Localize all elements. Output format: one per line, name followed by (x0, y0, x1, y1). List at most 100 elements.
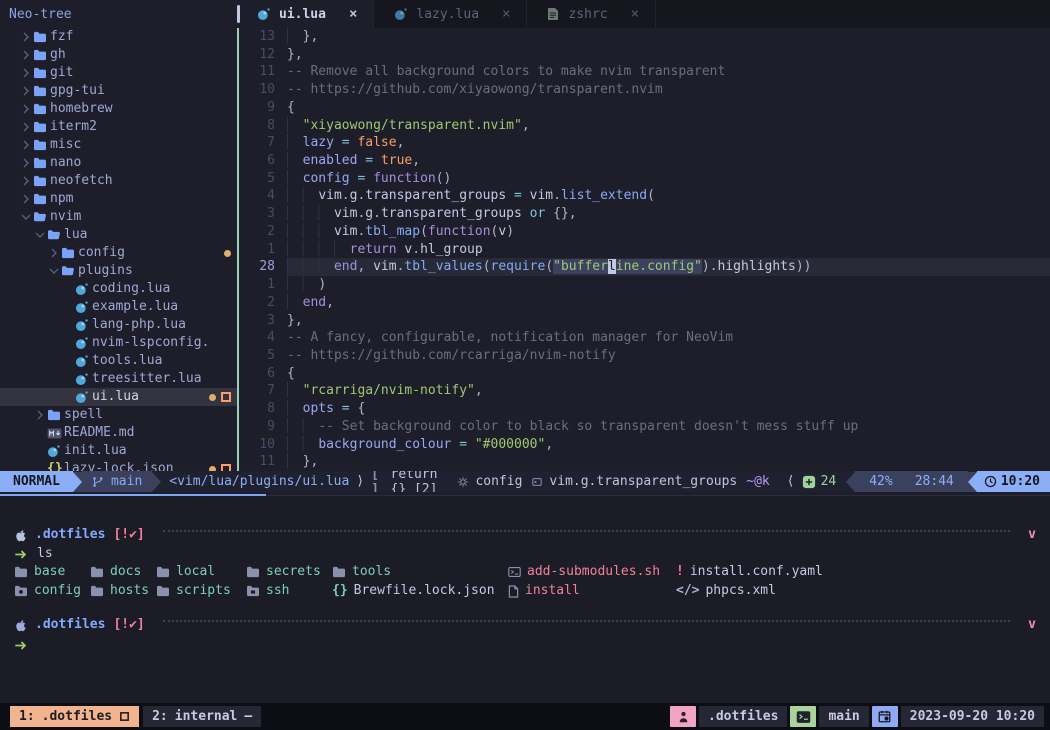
tree-item-nano[interactable]: nano (0, 154, 237, 172)
tree-item-gh[interactable]: gh (0, 46, 237, 64)
code-line[interactable]: 7▏ "rcarriga/nvim-notify", (239, 382, 1050, 400)
chevron-right-icon[interactable] (19, 176, 33, 186)
chevron-right-icon[interactable] (19, 68, 33, 78)
tree-item-git[interactable]: git (0, 64, 237, 82)
tree-item-init-lua[interactable]: init.lua (0, 442, 237, 460)
code-line[interactable]: 10▏ ▏ background_colour = "#000000", (239, 436, 1050, 454)
ls-entry-phpcs-xml: </>phpcs.xml (676, 582, 776, 600)
code-line[interactable]: 5-- https://github.com/rcarriga/nvim-not… (239, 347, 1050, 365)
tree-item-misc[interactable]: misc (0, 136, 237, 154)
close-icon[interactable]: × (502, 6, 510, 22)
tree-item-spell[interactable]: spell (0, 406, 237, 424)
chevron-right-icon[interactable] (19, 140, 33, 150)
chevron-right-icon[interactable] (47, 248, 61, 258)
code-line[interactable]: 4-- A fancy, configurable, notification … (239, 329, 1050, 347)
code-line[interactable]: 7▏ lazy = false, (239, 134, 1050, 152)
close-icon[interactable]: × (631, 6, 639, 22)
prompt-git-status: [!✔] (113, 616, 144, 634)
tree-item-label: example.lua (92, 298, 178, 316)
prompt-arrow-icon (14, 549, 28, 560)
tree-item-nvim-lspconfig-[interactable]: nvim-lspconfig. (0, 334, 237, 352)
tree-item-lazy-lock-json[interactable]: {}lazy-lock.json (0, 460, 237, 471)
code-line[interactable]: 11-- Remove all background colors to mak… (239, 63, 1050, 81)
code-line[interactable]: 5▏ config = function() (239, 170, 1050, 188)
code-line[interactable]: 6▏ enabled = true, (239, 152, 1050, 170)
chevron-down-icon[interactable] (47, 267, 61, 275)
tree-item-nvim[interactable]: nvim (0, 208, 237, 226)
line-number: 6 (239, 152, 287, 170)
tree-item-tools-lua[interactable]: tools.lua (0, 352, 237, 370)
neotree-panel[interactable]: fzfghgitgpg-tuihomebrewiterm2miscnanoneo… (0, 28, 237, 471)
line-number: 4 (239, 329, 287, 347)
tree-item-coding-lua[interactable]: coding.lua (0, 280, 237, 298)
tree-item-ui-lua[interactable]: ui.lua (0, 388, 237, 406)
chevron-right-icon[interactable] (19, 104, 33, 114)
code-line[interactable]: 3}, (239, 312, 1050, 330)
code-line[interactable]: 8▏ "xiyaowong/transparent.nvim", (239, 117, 1050, 135)
chevron-down-icon[interactable] (19, 213, 33, 221)
code-line[interactable]: 2▏ ▏ ▏ vim.tbl_map(function(v) (239, 223, 1050, 241)
tree-item-npm[interactable]: npm (0, 190, 237, 208)
breadcrumb-label: vim.g.transparent_groups (549, 474, 737, 489)
code-line[interactable]: 11▏ }, (239, 453, 1050, 471)
editor-buffer[interactable]: 13▏ },12},11-- Remove all background col… (239, 28, 1050, 471)
chevron-right-icon[interactable] (19, 122, 33, 132)
code-line[interactable]: 1▏ ▏ ) (239, 276, 1050, 294)
code-line[interactable]: 9{ (239, 99, 1050, 117)
tmux-window-internal[interactable]: 2:internal— (143, 706, 261, 727)
code-line[interactable]: 3▏ ▏ ▏ vim.g.transparent_groups or {}, (239, 205, 1050, 223)
code-line[interactable]: 4▏ ▏ vim.g.transparent_groups = vim.list… (239, 187, 1050, 205)
tab-zshrc[interactable]: zshrc× (527, 0, 656, 28)
tree-item-lua[interactable]: lua (0, 226, 237, 244)
code-text: ▏ ▏ -- Set background color to black so … (287, 418, 1050, 436)
tree-item-homebrew[interactable]: homebrew (0, 100, 237, 118)
chevron-right-icon[interactable] (19, 50, 33, 60)
diff-added-count: 24 (821, 474, 837, 489)
tree-item-treesitter-lua[interactable]: treesitter.lua (0, 370, 237, 388)
close-icon[interactable]: × (349, 6, 357, 22)
tmux-window--dotfiles[interactable]: 1:.dotfiles (10, 706, 139, 727)
tab-lazy-lua[interactable]: lazy.lua× (374, 0, 527, 28)
tree-item-plugins[interactable]: plugins (0, 262, 237, 280)
code-line[interactable]: 1▏ ▏ ▏ ▏ return v.hl_group (239, 241, 1050, 259)
code-text: { (287, 99, 1050, 117)
chevron-right-icon[interactable] (19, 158, 33, 168)
code-line[interactable]: 2▏ end, (239, 294, 1050, 312)
tree-item-lang-php-lua[interactable]: lang-php.lua (0, 316, 237, 334)
prompt-git-status: [!✔] (113, 526, 144, 544)
window-index: 2: (152, 709, 168, 724)
code-line[interactable]: 13▏ }, (239, 28, 1050, 46)
code-line[interactable]: 12}, (239, 46, 1050, 64)
code-line[interactable]: 9▏ ▏ -- Set background color to black so… (239, 418, 1050, 436)
lua-icon (75, 319, 92, 332)
ls-entry-label: secrets (266, 563, 321, 581)
chevron-right-icon[interactable] (19, 194, 33, 204)
tree-item-iterm2[interactable]: iterm2 (0, 118, 237, 136)
code-line[interactable]: 10-- https://github.com/xiyaowong/transp… (239, 81, 1050, 99)
line-number: 13 (239, 28, 287, 46)
tree-item-example-lua[interactable]: example.lua (0, 298, 237, 316)
tree-item-readme-md[interactable]: README.md (0, 424, 237, 442)
tree-item-config[interactable]: config (0, 244, 237, 262)
chevron-right-icon[interactable] (33, 410, 47, 420)
tmux-session-name: .dotfiles (699, 706, 787, 727)
neotree-scrollbar-thumb[interactable] (237, 5, 240, 23)
code-icon: </> (676, 582, 699, 600)
tree-item-neofetch[interactable]: neofetch (0, 172, 237, 190)
code-line-current[interactable]: 28▏ ▏ ▏ end, vim.tbl_values(require("buf… (239, 258, 1050, 276)
code-text: ▏ ▏ ▏ vim.g.transparent_groups or {}, (287, 205, 1050, 223)
tab-ui-lua[interactable]: ui.lua× (237, 0, 374, 28)
chevron-down-icon[interactable] (33, 231, 47, 239)
chevron-right-icon[interactable] (19, 86, 33, 96)
shell-pane[interactable]: .dotfiles [!✔] v ls basedocslocalsecrets… (0, 497, 1050, 703)
square-flag-icon (119, 711, 130, 722)
clock-time: 10:20 (1001, 474, 1040, 489)
chevron-right-icon[interactable] (19, 32, 33, 42)
tree-item-fzf[interactable]: fzf (0, 28, 237, 46)
code-line[interactable]: 8▏ opts = { (239, 400, 1050, 418)
breadcrumb-item: config (457, 474, 522, 489)
code-line[interactable]: 6{ (239, 365, 1050, 383)
folder-icon (33, 121, 50, 133)
command-line[interactable] (0, 636, 1050, 654)
tree-item-gpg-tui[interactable]: gpg-tui (0, 82, 237, 100)
